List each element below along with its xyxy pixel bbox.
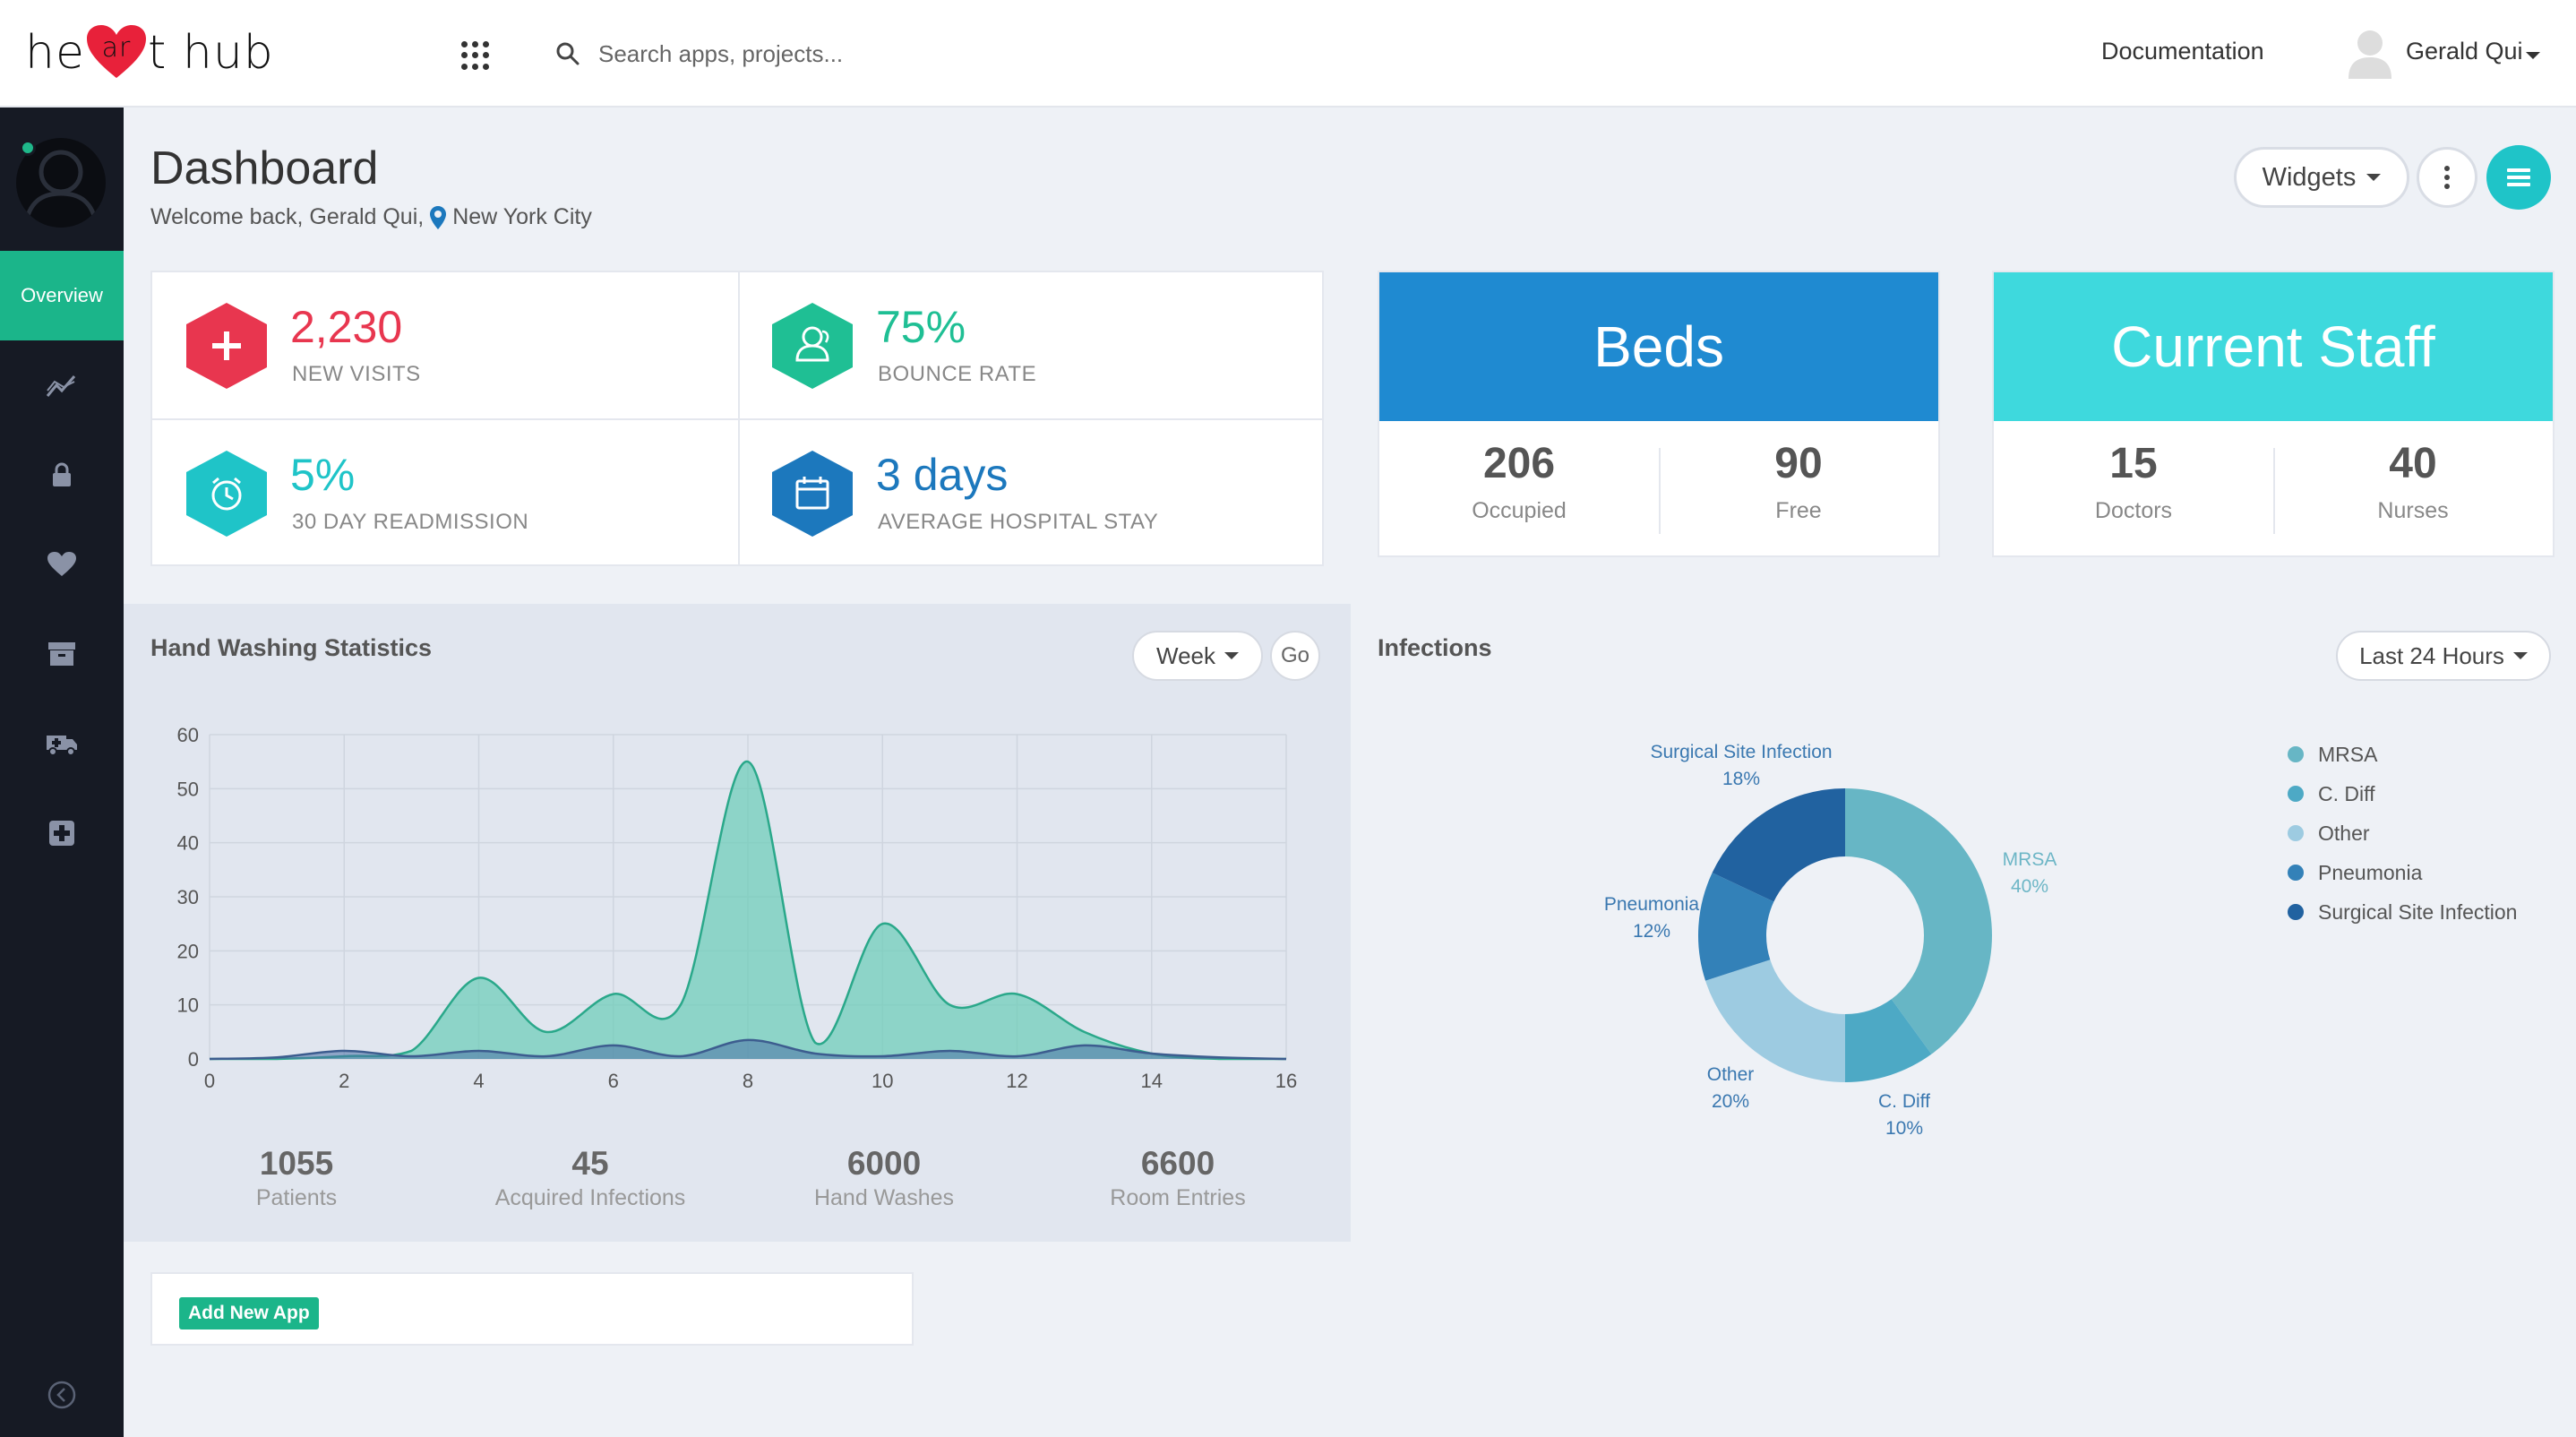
slice-percent-label: 20%	[1712, 1091, 1749, 1112]
infections-donut-chart: MRSA 40% C. Diff 10% Other 20% Pneumonia 12% Sur…	[1604, 742, 2057, 1139]
legend-label: Surgical Site Infection	[2318, 899, 2518, 924]
legend-item[interactable]: C. Diff	[2288, 774, 2517, 813]
legend-label: MRSA	[2318, 742, 2378, 766]
slice-category-label: C. Diff	[1878, 1091, 1930, 1112]
legend-label: Other	[2318, 821, 2370, 845]
legend-label: Pneumonia	[2318, 860, 2423, 884]
legend-dot	[2288, 865, 2304, 881]
legend-item[interactable]: Surgical Site Infection	[2288, 892, 2517, 932]
legend-dot	[2288, 786, 2304, 802]
legend-item[interactable]: Pneumonia	[2288, 853, 2517, 892]
slice-category-label: MRSA	[2003, 849, 2057, 870]
legend-dot	[2288, 825, 2304, 841]
slice-percent-label: 12%	[1633, 921, 1670, 942]
legend-label: C. Diff	[2318, 781, 2375, 805]
infections-legend: MRSA C. Diff Other Pneumonia Surgical Site I…	[2288, 735, 2517, 932]
slice-category-label: Other	[1707, 1064, 1755, 1085]
slice-category-label: Pneumonia	[1604, 894, 1700, 915]
legend-dot	[2288, 746, 2304, 762]
legend-item[interactable]: Other	[2288, 813, 2517, 853]
add-new-app-button[interactable]: Add New App	[179, 1297, 319, 1329]
slice-category-label: Surgical Site Infection	[1650, 742, 1832, 762]
legend-item[interactable]: MRSA	[2288, 735, 2517, 774]
slice-percent-label: 40%	[2011, 876, 2048, 897]
slice-percent-label: 10%	[1885, 1118, 1923, 1139]
legend-dot	[2288, 904, 2304, 920]
add-app-card: Add New App	[150, 1272, 914, 1346]
slice-percent-label: 18%	[1722, 769, 1760, 789]
